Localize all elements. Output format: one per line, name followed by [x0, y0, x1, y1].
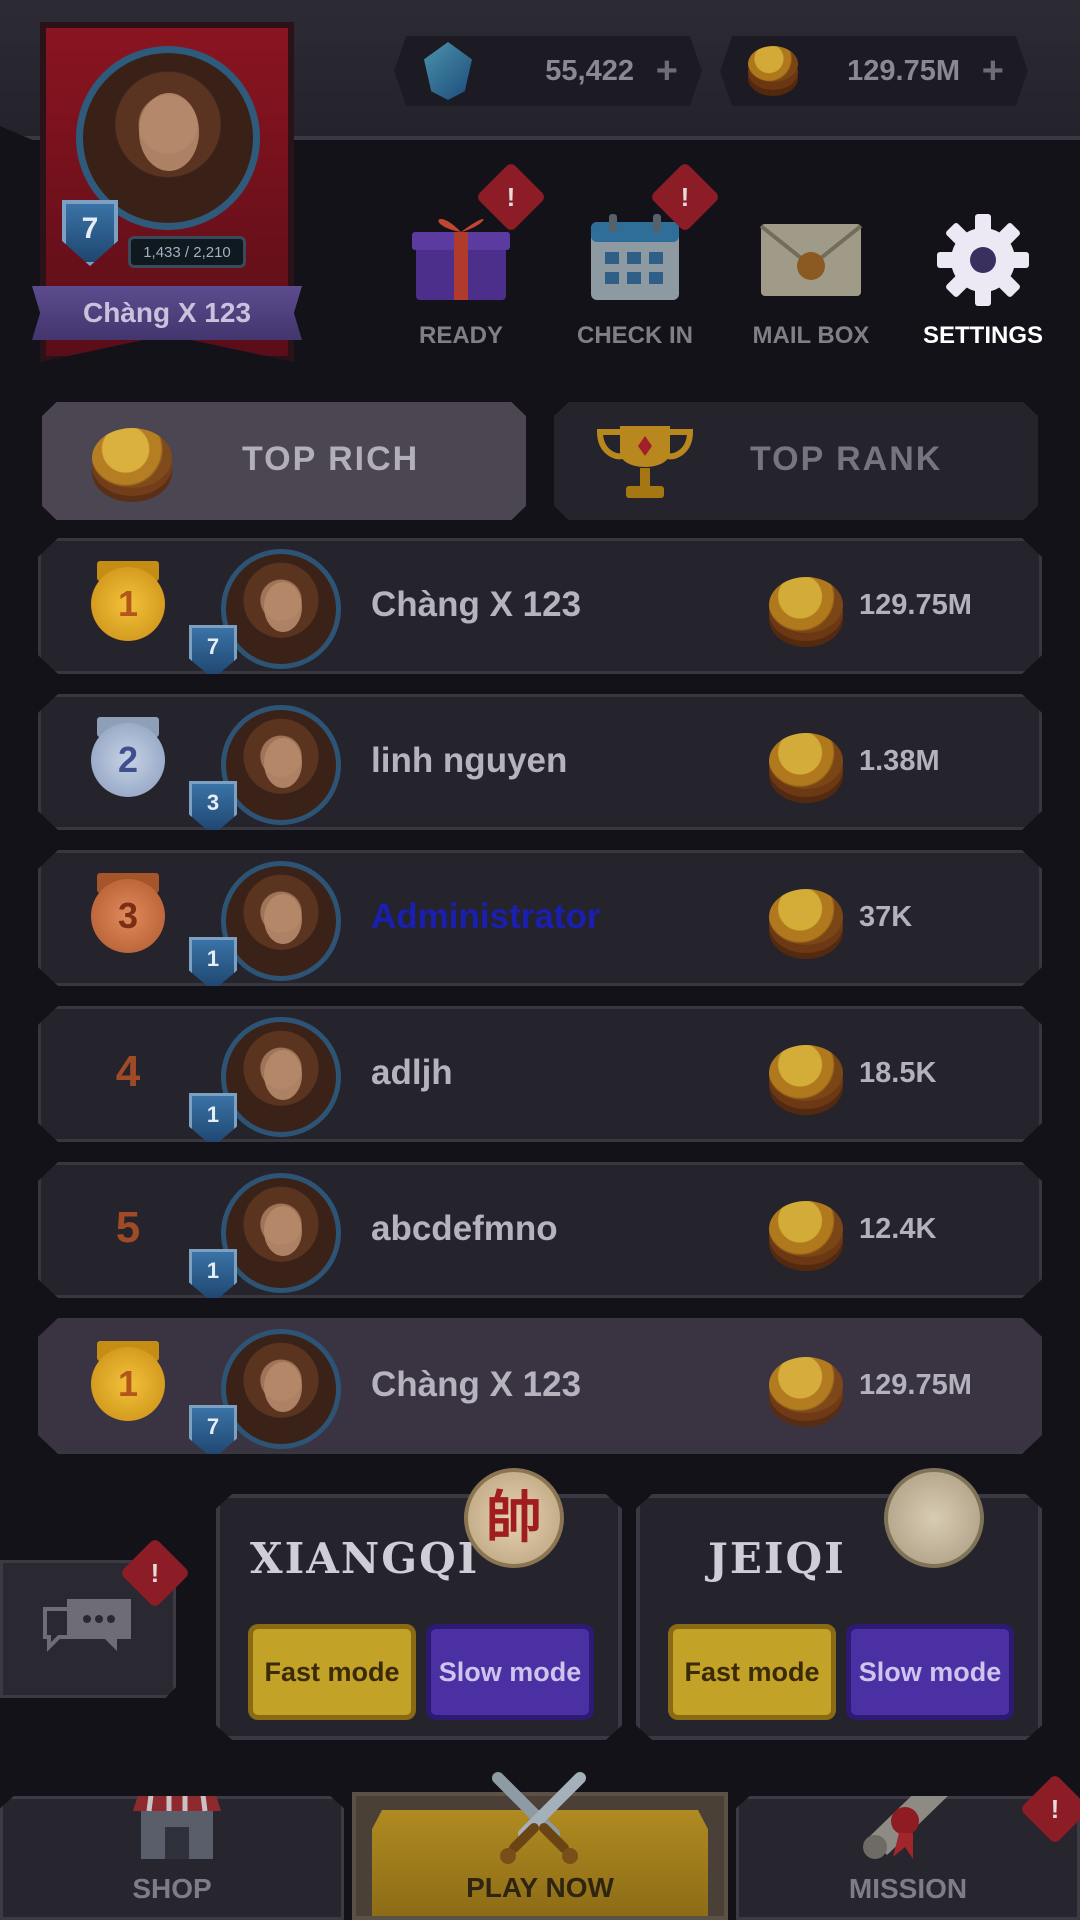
- coin-icon: [92, 428, 172, 488]
- coin-icon: [769, 1357, 843, 1413]
- avatar: [221, 1173, 341, 1293]
- level-badge: 1: [189, 1093, 237, 1142]
- gold-balance[interactable]: 129.75M +: [720, 36, 1028, 106]
- avatar: [221, 861, 341, 981]
- gem-icon: [424, 42, 472, 100]
- settings-button[interactable]: SETTINGS: [908, 186, 1058, 356]
- scroll-icon: [863, 1796, 951, 1859]
- jeiqi-slow-mode-button[interactable]: Slow mode: [846, 1624, 1014, 1720]
- gold-amount: 129.75M: [859, 1369, 972, 1401]
- profile-level: 7: [81, 212, 99, 245]
- coin-icon: [769, 577, 843, 633]
- avatar: [221, 1329, 341, 1449]
- level-badge: 1: [189, 1249, 237, 1298]
- leaderboard-row[interactable]: 5 1 abcdefmno 12.4K: [38, 1162, 1042, 1298]
- tab-top-rank[interactable]: TOP RANK: [554, 402, 1038, 520]
- gold-medal-icon: 1: [91, 567, 165, 641]
- leaderboard-row[interactable]: 4 1 adljh 18.5K: [38, 1006, 1042, 1142]
- gold-amount: 37K: [859, 901, 913, 933]
- check-in-alert-badge: !: [649, 161, 721, 233]
- xiangqi-fast-mode-button[interactable]: Fast mode: [248, 1624, 416, 1720]
- my-rank-row[interactable]: 1 7 Chàng X 123 129.75M: [38, 1318, 1042, 1454]
- silver-medal-icon: 2: [91, 723, 165, 797]
- add-gems-button[interactable]: +: [656, 50, 678, 93]
- rank-number: 4: [115, 1047, 141, 1096]
- xiangqi-slow-mode-button[interactable]: Slow mode: [426, 1624, 594, 1720]
- coin-icon: [748, 46, 798, 82]
- mail-box-button[interactable]: MAIL BOX: [736, 186, 886, 356]
- level-badge: 7: [189, 625, 237, 674]
- trophy-icon: [596, 426, 694, 498]
- xiangqi-title: XIANGQI: [250, 1534, 480, 1583]
- rank-number: 5: [115, 1203, 141, 1252]
- gold-amount: 1.38M: [859, 745, 940, 777]
- coin-icon: [769, 889, 843, 945]
- xiangqi-piece-icon: 帥: [464, 1468, 564, 1568]
- player-name: Administrator: [371, 897, 601, 936]
- player-name: linh nguyen: [371, 741, 568, 780]
- gold-amount: 18.5K: [859, 1057, 937, 1089]
- gold-amount: 129.75M: [859, 589, 972, 621]
- player-name: adljh: [371, 1053, 453, 1092]
- xp-bar: 1,433 / 2,210: [128, 236, 246, 268]
- calendar-icon: [591, 214, 679, 300]
- gold-medal-icon: 1: [91, 1347, 165, 1421]
- jeiqi-piece-icon: [884, 1468, 984, 1568]
- gem-amount: 55,422: [545, 54, 634, 87]
- tab-top-rich-label: TOP RICH: [242, 440, 420, 478]
- level-badge: 1: [189, 937, 237, 986]
- add-gold-button[interactable]: +: [982, 50, 1004, 93]
- leaderboard-row[interactable]: 3 1 Administrator 37K: [38, 850, 1042, 986]
- settings-label: SETTINGS: [922, 322, 1043, 349]
- gem-balance[interactable]: 55,422 +: [394, 36, 702, 106]
- gear-icon: [937, 214, 1029, 306]
- chat-alert-badge: !: [119, 1537, 191, 1609]
- crossed-swords-icon: [492, 1772, 586, 1864]
- nav-mission-label: MISSION: [848, 1873, 968, 1904]
- ready-alert-badge: !: [475, 161, 547, 233]
- check-in-label: CHECK IN: [576, 322, 693, 349]
- player-name: Chàng X 123: [371, 1365, 582, 1404]
- coin-icon: [769, 1201, 843, 1257]
- coin-icon: [769, 733, 843, 789]
- chat-bubble-icon: [43, 1599, 131, 1652]
- level-badge: 3: [189, 781, 237, 830]
- mail-box-label: MAIL BOX: [752, 322, 870, 349]
- leaderboard-row[interactable]: 2 3 linh nguyen 1.38M: [38, 694, 1042, 830]
- player-name: abcdefmno: [371, 1209, 558, 1248]
- avatar: [221, 705, 341, 825]
- jeiqi-title: JEIQI: [708, 1534, 846, 1583]
- player-name: Chàng X 123: [371, 585, 582, 624]
- play-now-label: PLAY NOW: [466, 1872, 614, 1903]
- coin-icon: [769, 1045, 843, 1101]
- ready-label: READY: [418, 322, 503, 349]
- jeiqi-fast-mode-button[interactable]: Fast mode: [668, 1624, 836, 1720]
- tab-top-rich[interactable]: TOP RICH: [42, 402, 526, 520]
- tab-top-rank-label: TOP RANK: [750, 440, 943, 478]
- avatar: [221, 549, 341, 669]
- avatar: [221, 1017, 341, 1137]
- level-badge: 7: [189, 1405, 237, 1454]
- play-now-button[interactable]: PLAY NOW: [352, 1772, 728, 1920]
- profile-name: Chàng X 123: [32, 286, 302, 340]
- shop-icon: [133, 1796, 221, 1859]
- xp-text: 1,433 / 2,210: [143, 243, 231, 261]
- envelope-icon: [759, 224, 863, 296]
- nav-shop[interactable]: SHOP: [0, 1796, 344, 1920]
- bronze-medal-icon: 3: [91, 879, 165, 953]
- leaderboard-row[interactable]: 1 7 Chàng X 123 129.75M: [38, 538, 1042, 674]
- gold-amount: 12.4K: [859, 1213, 937, 1245]
- nav-shop-label: SHOP: [132, 1873, 212, 1904]
- gold-amount: 129.75M: [847, 54, 960, 87]
